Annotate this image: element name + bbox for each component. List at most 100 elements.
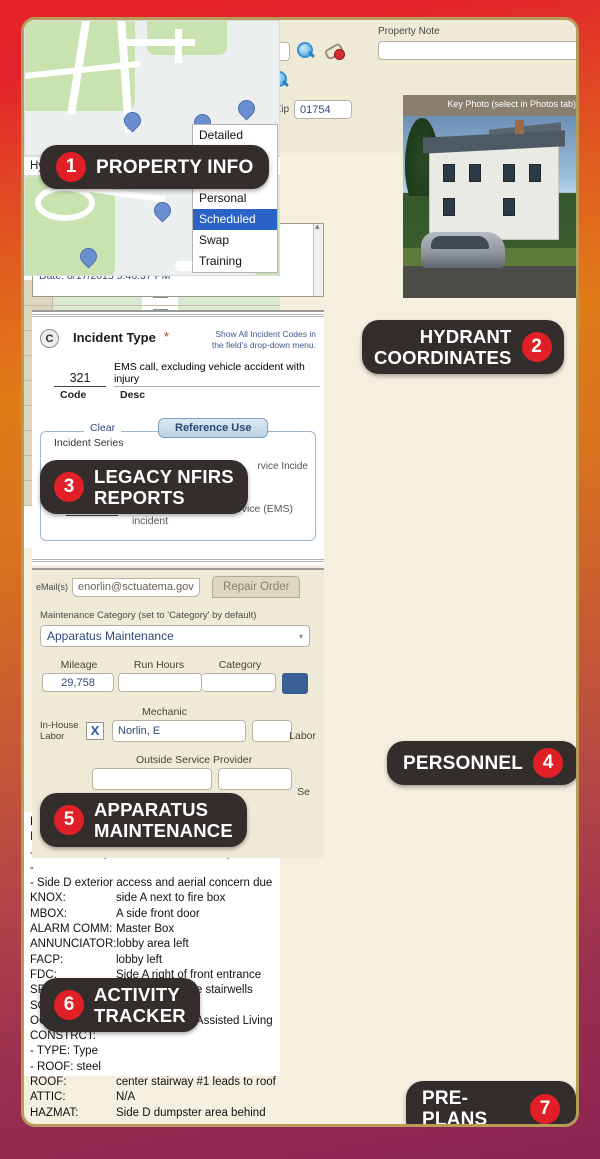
preplan-value: N/A (116, 1091, 136, 1104)
outside-service-provider-input[interactable] (92, 768, 212, 790)
incident-hint-line-2: the field's drop-down menu. (211, 339, 316, 350)
legacy-nfirs-panel: C Incident Type * Show All Incident Code… (32, 310, 324, 565)
callout-badge-7: PRE-PLANS 7 (406, 1081, 576, 1124)
preplan-line: ATTIC: N/A (24, 1090, 280, 1105)
clear-link[interactable]: Clear (84, 422, 122, 434)
category-lookup-button[interactable] (282, 673, 308, 694)
preplan-value: center stairway #1 leads to roof (116, 1076, 276, 1089)
email-label: eMail(s) (36, 582, 69, 592)
hydrant-pin[interactable] (235, 97, 258, 120)
labor-label: Labor (289, 730, 316, 742)
callout-label-2: HYDRANT COORDINATES (374, 326, 512, 368)
required-asterisk: * (163, 329, 169, 344)
preplan-key: ROOF: (30, 1076, 67, 1089)
preplan-key: - TYPE: Type (30, 1045, 98, 1058)
callout-badge-6: 6 ACTIVITY TRACKER (40, 978, 200, 1032)
desc-column-label: Desc (120, 389, 146, 401)
section-letter-c: C (40, 329, 59, 348)
dropdown-option[interactable]: Personal (193, 188, 277, 209)
reference-use-button[interactable]: Reference Use (158, 418, 269, 438)
service-input[interactable] (218, 768, 292, 790)
preplan-key: FACP: (30, 953, 64, 966)
dropdown-option[interactable]: Scheduled (193, 209, 277, 230)
callout-label-1: PROPERTY INFO (96, 156, 254, 178)
hydrant-pin[interactable] (151, 199, 174, 222)
service-label: Se (297, 786, 310, 798)
preplan-line: MBOX: A side front door (24, 907, 280, 922)
incident-code-input[interactable]: 321 (54, 371, 106, 387)
chevron-down-icon: ▾ (298, 631, 303, 641)
preplan-line: - TYPE: Type (24, 1044, 280, 1059)
dropdown-option[interactable]: Detailed (193, 125, 277, 146)
incident-hint-line-1: Show All Incident Codes in (215, 329, 316, 339)
maintenance-category-value: Apparatus Maintenance (47, 629, 174, 643)
callout-badge-3: 3 LEGACY NFIRS REPORTS (40, 460, 248, 514)
preplan-key: ANNUNCIATOR: (30, 938, 117, 951)
preplan-line: - (30, 861, 34, 874)
email-input[interactable]: enorlin@sctuatema.gov (72, 577, 201, 597)
unlink-icon[interactable] (324, 41, 346, 61)
callout-number-4: 4 (533, 748, 564, 778)
notes-scrollbar[interactable] (313, 221, 323, 296)
preplan-value: Side D dumpster area behind (116, 1106, 266, 1119)
run-hours-label: Run Hours (133, 659, 185, 671)
callout-badge-5: 5 APPARATUS MAINTENANCE (40, 793, 247, 847)
repair-order-tab[interactable]: Repair Order (212, 576, 301, 598)
callout-label-5: APPARATUS MAINTENANCE (94, 799, 233, 841)
app-window-frame: roperty Group Address ( 7 ) ID Property … (21, 17, 579, 1127)
preplan-line: ANNUNCIATOR:lobby area left (24, 937, 280, 952)
callout-label-6: ACTIVITY TRACKER (94, 984, 186, 1026)
preplan-value: lobby area left (116, 938, 189, 951)
preplan-key: HAZMAT: (30, 1106, 79, 1119)
callout-badge-4: PERSONNEL 4 (387, 741, 576, 785)
category-col-input[interactable] (202, 673, 276, 692)
callout-label-4: PERSONNEL (403, 752, 524, 774)
search-icon[interactable] (296, 41, 316, 61)
preplan-line: KNOX: side A next to fire box (24, 891, 280, 906)
callout-label-7: PRE-PLANS (422, 1088, 488, 1124)
preplan-key: - ROOF: steel (30, 1060, 101, 1073)
run-hours-input[interactable] (118, 673, 202, 692)
code-column-label: Code (60, 389, 87, 401)
preplan-key: ALARM COMM: (30, 923, 113, 936)
zip-input[interactable]: 01754 (294, 100, 353, 119)
outside-service-provider-label: Outside Service Provider (136, 754, 253, 766)
key-photo-panel: Key Photo (select in Photos tab) (403, 95, 576, 298)
preplan-key: KNOX: (30, 892, 66, 905)
mechanic-label: Mechanic (142, 706, 187, 718)
mechanic-input[interactable]: Norlin, E (112, 720, 246, 742)
callout-number-7: 7 (530, 1094, 560, 1124)
preplan-key: ATTIC: (30, 1091, 66, 1104)
dropdown-option[interactable]: Training (193, 251, 277, 272)
key-photo-caption: Key Photo (select in Photos tab) (403, 95, 576, 116)
incident-series-label: Incident Series (54, 437, 124, 449)
incident-desc-input[interactable]: EMS call, excluding vehicle accident wit… (114, 361, 320, 387)
callout-label-3: LEGACY NFIRS REPORTS (94, 466, 234, 508)
preplan-line: ALARM COMM: Master Box (24, 922, 280, 937)
labor-input[interactable] (252, 720, 292, 742)
maintenance-category-select[interactable]: Apparatus Maintenance ▾ (40, 625, 310, 647)
maintenance-category-label: Maintenance Category (set to 'Category' … (40, 610, 257, 621)
mileage-input[interactable]: 29,758 (42, 673, 114, 692)
in-house-labor-checkbox[interactable]: X (86, 722, 104, 740)
in-house-label-2: Labor (40, 731, 65, 742)
callout-number-5: 5 (54, 805, 84, 835)
incident-type-title: Incident Type (73, 330, 156, 345)
preplan-line: - Side D exterior access and aerial conc… (30, 877, 273, 890)
callout-number-3: 3 (54, 472, 84, 502)
preplan-key: MBOX: (30, 907, 68, 920)
preplan-line: FACP: lobby left (24, 953, 280, 968)
property-note-label: Property Note (378, 26, 440, 37)
dropdown-option[interactable]: Swap (193, 230, 277, 251)
callout-badge-1: 1 PROPERTY INFO (40, 145, 270, 189)
callout-number-2: 2 (521, 332, 552, 362)
preplan-value: side A next to fire box (116, 892, 226, 905)
preplan-value: Master Box (116, 923, 175, 936)
property-note-input[interactable] (378, 41, 576, 60)
preplan-value: lobby left (116, 953, 163, 966)
in-house-label-1: In-House (40, 720, 79, 731)
mileage-label: Mileage (60, 659, 98, 671)
preplan-value: A side front door (116, 907, 200, 920)
preplan-line: HAZMAT: Side D dumpster area behind (24, 1106, 280, 1121)
category-col-label: Category (218, 659, 262, 671)
